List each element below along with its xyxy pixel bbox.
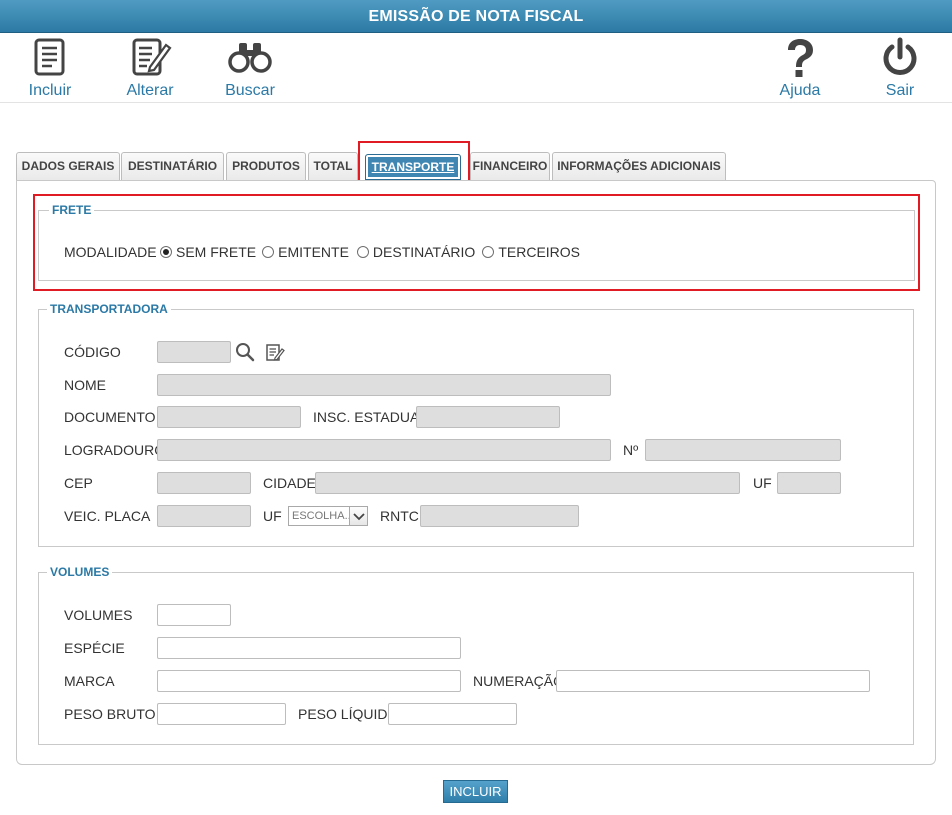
insc-estadual-label: INSC. ESTADUAL bbox=[313, 409, 428, 425]
frete-fieldset: FRETE MODALIDADE SEM FRETE EMITENTE DEST… bbox=[38, 203, 915, 281]
rntc-input[interactable] bbox=[420, 505, 579, 527]
binoculars-icon bbox=[226, 37, 274, 80]
radio-label: DESTINATÁRIO bbox=[372, 244, 476, 260]
volumes-input[interactable] bbox=[157, 604, 231, 626]
volumes-fieldset: VOLUMES VOLUMES ESPÉCIE MARCA NUMERAÇÃO … bbox=[38, 565, 914, 745]
sair-button[interactable]: Sair bbox=[860, 33, 940, 103]
nome-label: NOME bbox=[64, 377, 106, 393]
toolbar: Incluir Alterar Buscar Ajuda Sair bbox=[0, 33, 952, 103]
radio-destinatario[interactable]: DESTINATÁRIO bbox=[356, 244, 476, 260]
peso-liquido-label: PESO LÍQUIDO bbox=[298, 706, 399, 722]
cidade-label: CIDADE bbox=[263, 475, 316, 491]
peso-bruto-input[interactable] bbox=[157, 703, 286, 725]
codigo-label: CÓDIGO bbox=[64, 344, 121, 360]
radio-emitente[interactable]: EMITENTE bbox=[262, 244, 349, 260]
tab-transporte[interactable]: TRANSPORTE bbox=[365, 154, 461, 180]
edit-document-icon bbox=[128, 37, 172, 80]
marca-input[interactable] bbox=[157, 670, 461, 692]
peso-liquido-input[interactable] bbox=[388, 703, 517, 725]
radio-label: EMITENTE bbox=[278, 244, 349, 260]
window-title: EMISSÃO DE NOTA FISCAL bbox=[0, 0, 952, 33]
transportadora-fieldset: TRANSPORTADORA CÓDIGO NOME DOCUMENTO INS… bbox=[38, 302, 914, 547]
alterar-button[interactable]: Alterar bbox=[110, 33, 190, 103]
alterar-label: Alterar bbox=[126, 82, 174, 99]
radio-label: TERCEIROS bbox=[498, 244, 581, 260]
especie-input[interactable] bbox=[157, 637, 461, 659]
cidade-input[interactable] bbox=[315, 472, 740, 494]
especie-label: ESPÉCIE bbox=[64, 640, 125, 656]
nome-input[interactable] bbox=[157, 374, 611, 396]
question-mark-icon bbox=[783, 37, 817, 82]
incluir-button[interactable]: Incluir bbox=[10, 33, 90, 103]
radio-button[interactable] bbox=[482, 246, 495, 258]
tab-financeiro[interactable]: FINANCEIRO bbox=[470, 152, 550, 181]
tab-informacoes-adicionais[interactable]: INFORMAÇÕES ADICIONAIS bbox=[552, 152, 726, 181]
radio-terceiros[interactable]: TERCEIROS bbox=[482, 244, 580, 260]
buscar-button[interactable]: Buscar bbox=[210, 33, 290, 103]
veic-placa-input[interactable] bbox=[157, 505, 251, 527]
uf-label: UF bbox=[753, 475, 772, 491]
volumes-label: VOLUMES bbox=[64, 607, 133, 623]
cep-label: CEP bbox=[64, 475, 93, 491]
volumes-legend: VOLUMES bbox=[47, 565, 113, 579]
transportadora-legend: TRANSPORTADORA bbox=[47, 302, 171, 316]
power-icon bbox=[881, 37, 919, 82]
uf-placa-select[interactable]: ESCOLHA... bbox=[288, 506, 368, 526]
radio-sem-frete[interactable]: SEM FRETE bbox=[160, 244, 256, 260]
veic-placa-label: VEIC. PLACA bbox=[64, 508, 151, 524]
peso-bruto-label: PESO BRUTO bbox=[64, 706, 156, 722]
numero-label: Nº bbox=[623, 442, 639, 458]
rntc-label: RNTC bbox=[380, 508, 419, 524]
marca-label: MARCA bbox=[64, 673, 115, 689]
documento-input[interactable] bbox=[157, 406, 301, 428]
radio-button-checked[interactable] bbox=[160, 246, 172, 258]
uf-placa-label: UF bbox=[263, 508, 282, 524]
radio-label: SEM FRETE bbox=[176, 244, 257, 260]
uf-select-value: ESCOLHA... bbox=[292, 510, 354, 522]
incluir-submit-button[interactable]: INCLUIR bbox=[443, 780, 508, 803]
edit-icon[interactable] bbox=[265, 343, 285, 366]
numero-input[interactable] bbox=[645, 439, 841, 461]
buscar-label: Buscar bbox=[225, 82, 275, 99]
sair-label: Sair bbox=[885, 82, 915, 99]
logradouro-label: LOGRADOURO bbox=[64, 442, 166, 458]
insc-estadual-input[interactable] bbox=[416, 406, 560, 428]
modalidade-label: MODALIDADE bbox=[64, 244, 157, 260]
radio-button[interactable] bbox=[262, 246, 275, 258]
ajuda-button[interactable]: Ajuda bbox=[760, 33, 840, 103]
tab-produtos[interactable]: PRODUTOS bbox=[226, 152, 306, 181]
incluir-label: Incluir bbox=[28, 82, 72, 99]
frete-legend: FRETE bbox=[49, 203, 95, 217]
logradouro-input[interactable] bbox=[157, 439, 611, 461]
chevron-down-icon[interactable] bbox=[349, 507, 367, 525]
documento-label: DOCUMENTO bbox=[64, 409, 156, 425]
cep-input[interactable] bbox=[157, 472, 251, 494]
numeracao-label: NUMERAÇÃO bbox=[473, 673, 565, 689]
codigo-input[interactable] bbox=[157, 341, 231, 363]
document-icon bbox=[32, 37, 68, 80]
tab-total[interactable]: TOTAL bbox=[308, 152, 358, 181]
modalidade-radio-group: SEM FRETE EMITENTE DESTINATÁRIO TERCEIRO… bbox=[160, 244, 590, 260]
tab-destinatario[interactable]: DESTINATÁRIO bbox=[121, 152, 224, 181]
tab-panel-transporte: FRETE MODALIDADE SEM FRETE EMITENTE DEST… bbox=[16, 180, 936, 765]
search-icon[interactable] bbox=[235, 342, 255, 365]
tab-dados-gerais[interactable]: DADOS GERAIS bbox=[16, 152, 120, 181]
numeracao-input[interactable] bbox=[556, 670, 870, 692]
uf-input[interactable] bbox=[777, 472, 841, 494]
radio-button[interactable] bbox=[356, 246, 369, 258]
ajuda-label: Ajuda bbox=[779, 82, 821, 99]
